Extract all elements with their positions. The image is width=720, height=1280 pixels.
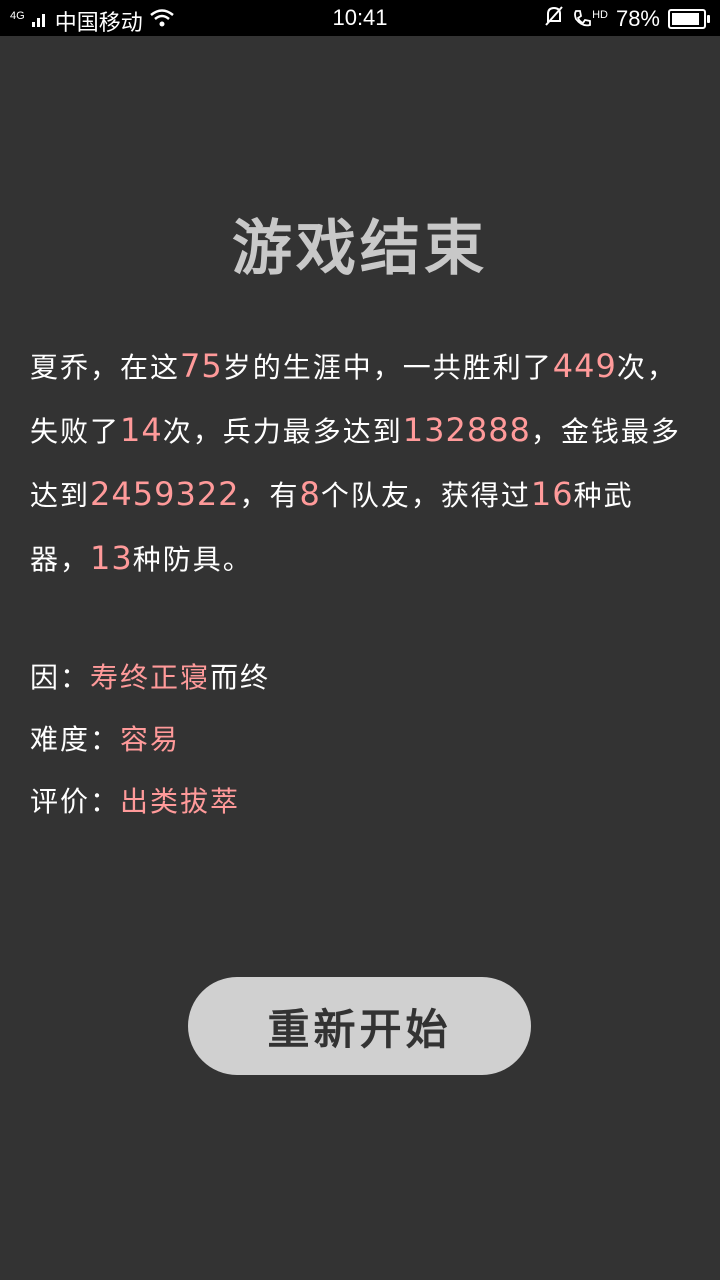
career-summary: 夏乔，在这75岁的生涯中，一共胜利了449次，失败了14次，兵力最多达到1328…	[30, 335, 690, 591]
difficulty-value: 容易	[120, 723, 181, 756]
text: 个队友，获得过	[320, 479, 531, 512]
armors-value: 13	[90, 539, 133, 577]
mute-bell-icon	[544, 5, 564, 33]
battery-icon	[668, 9, 710, 29]
cause-line: 因：寿终正寝而终	[30, 656, 690, 696]
game-over-title: 游戏结束	[232, 214, 488, 284]
status-right: HD 78%	[544, 5, 710, 33]
player-name: 夏乔	[30, 351, 91, 384]
text: ，有	[239, 479, 300, 512]
text: 次，兵力最多达到	[162, 415, 403, 448]
losses-value: 14	[120, 411, 163, 449]
cause-label: 因：	[30, 661, 91, 694]
hd-label: HD	[592, 9, 608, 21]
cause-suffix: 而终	[210, 661, 271, 694]
battery-percent: 78%	[615, 6, 660, 31]
difficulty-line: 难度：容易	[30, 718, 690, 758]
teammates-value: 8	[299, 475, 321, 513]
rating-line: 评价：出类拔萃	[30, 780, 690, 820]
restart-button[interactable]: 重新开始	[188, 977, 531, 1075]
max-money-value: 2459322	[90, 475, 240, 513]
status-bar: 4G 中国移动 10:41 HD 78%	[0, 0, 720, 36]
wins-value: 449	[552, 347, 617, 385]
max-troops-value: 132888	[402, 411, 531, 449]
rating-value: 出类拔萃	[120, 785, 241, 818]
cause-value: 寿终正寝	[90, 661, 211, 694]
text: 岁的生涯中，一共胜利了	[222, 351, 553, 384]
text: ，在这	[90, 351, 181, 384]
text: 种防具。	[132, 543, 253, 576]
age-value: 75	[180, 347, 223, 385]
difficulty-label: 难度：	[30, 723, 121, 756]
weapons-value: 16	[530, 475, 574, 513]
phone-hd-icon: HD	[572, 9, 608, 29]
rating-label: 评价：	[30, 785, 121, 818]
